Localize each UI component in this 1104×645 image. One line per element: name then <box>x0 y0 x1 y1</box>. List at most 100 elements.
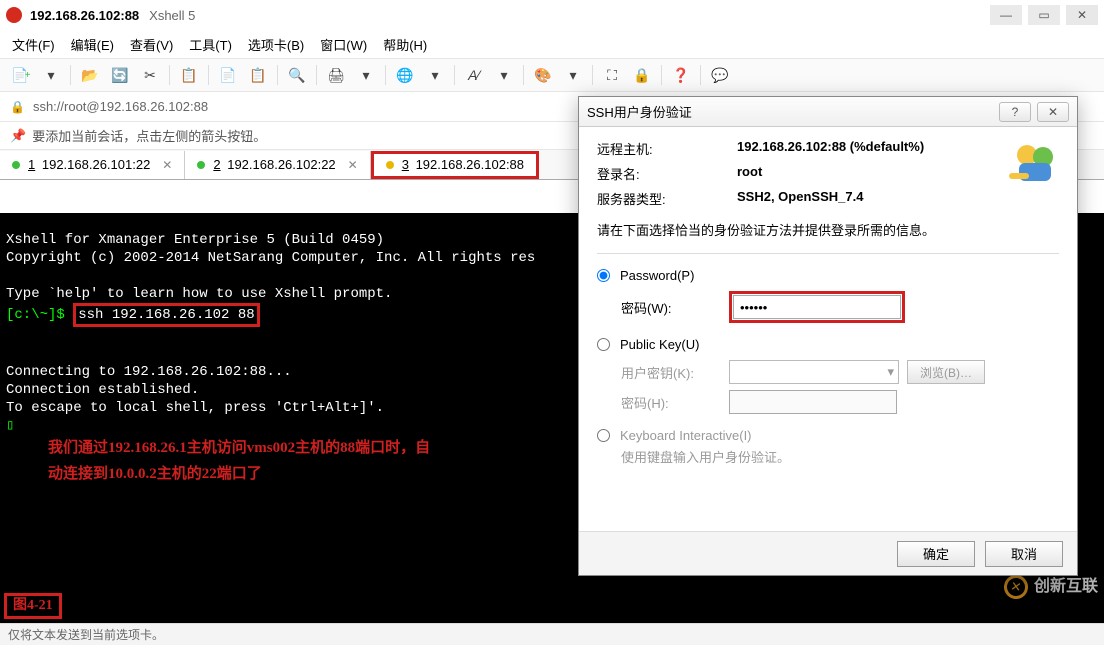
close-tab-icon[interactable]: ✕ <box>162 158 172 172</box>
dropdown-icon[interactable]: ▾ <box>493 64 515 86</box>
separator <box>208 65 209 85</box>
globe-icon[interactable]: 🌐 <box>394 64 416 86</box>
tab-label: 192.168.26.101:22 <box>42 157 150 172</box>
minimize-button[interactable]: — <box>990 5 1022 25</box>
dialog-title-bar[interactable]: SSH用户身份验证 ? ✕ <box>579 97 1077 127</box>
copy-icon[interactable]: 📄 <box>217 64 239 86</box>
login-label: 登录名: <box>597 164 737 183</box>
reconnect-icon[interactable]: 🔄 <box>109 64 131 86</box>
menu-view[interactable]: 查看(V) <box>130 35 173 54</box>
menu-file[interactable]: 文件(F) <box>12 35 55 54</box>
server-type-value: SSH2, OpenSSH_7.4 <box>737 189 863 208</box>
user-key-combo: ▾ <box>729 360 899 384</box>
cancel-button[interactable]: 取消 <box>985 541 1063 567</box>
annotation-text: 我们通过192.168.26.1主机访问vms002主机的88端口时，自 <box>48 440 430 456</box>
menu-tabs[interactable]: 选项卡(B) <box>248 35 304 54</box>
lock-icon[interactable]: 🔒 <box>631 64 653 86</box>
password-input[interactable] <box>733 295 901 319</box>
status-bar: 仅将文本发送到当前选项卡。 <box>0 623 1104 645</box>
tab-label: 192.168.26.102:88 <box>416 157 524 172</box>
open-session-icon[interactable]: 📂 <box>79 64 101 86</box>
terminal-line: Type `help' to learn how to use Xshell p… <box>6 286 392 302</box>
password-highlight <box>729 291 905 323</box>
address-text: ssh://root@192.168.26.102:88 <box>33 99 208 114</box>
help-icon[interactable]: ❓ <box>670 64 692 86</box>
server-type-label: 服务器类型: <box>597 189 737 208</box>
app-subtitle: Xshell 5 <box>149 8 195 23</box>
separator <box>592 65 593 85</box>
search-icon[interactable]: 🔍 <box>286 64 308 86</box>
menu-tools[interactable]: 工具(T) <box>189 35 232 54</box>
properties-icon[interactable]: 📋 <box>178 64 200 86</box>
menu-edit[interactable]: 编辑(E) <box>71 35 114 54</box>
disconnect-icon[interactable]: ✂ <box>139 64 161 86</box>
separator <box>661 65 662 85</box>
terminal-line: Copyright (c) 2002-2014 NetSarang Comput… <box>6 250 535 266</box>
print-icon[interactable]: 🖨 <box>325 64 347 86</box>
close-tab-icon[interactable]: ✕ <box>348 158 358 172</box>
divider <box>597 253 1059 254</box>
session-tab-3[interactable]: 3 192.168.26.102:88 <box>371 151 539 179</box>
server-type-row: 服务器类型: SSH2, OpenSSH_7.4 <box>597 189 1059 208</box>
key-password-row: 密码(H): <box>621 390 1059 414</box>
dialog-help-button[interactable]: ? <box>999 102 1031 122</box>
session-tab-2[interactable]: 2 192.168.26.102:22 ✕ <box>185 151 370 179</box>
status-dot-icon <box>12 161 20 169</box>
password-radio-input[interactable] <box>597 269 610 282</box>
keyboard-radio[interactable]: Keyboard Interactive(I) <box>597 428 1059 443</box>
password-option-label: Password(P) <box>620 268 694 283</box>
paste-icon[interactable]: 📋 <box>247 64 269 86</box>
dropdown-icon[interactable]: ▾ <box>562 64 584 86</box>
pin-icon[interactable]: 📌 <box>10 128 26 144</box>
remote-host-label: 远程主机: <box>597 139 737 158</box>
login-row: 登录名: root <box>597 164 1059 183</box>
key-password-label: 密码(H): <box>621 393 721 412</box>
terminal-line: To escape to local shell, press 'Ctrl+Al… <box>6 400 384 416</box>
separator <box>700 65 701 85</box>
close-button[interactable]: ✕ <box>1066 5 1098 25</box>
publickey-radio[interactable]: Public Key(U) <box>597 337 1059 352</box>
chat-icon[interactable]: 💬 <box>709 64 731 86</box>
annotation-text: 动连接到10.0.0.2主机的22端口了 <box>48 466 262 482</box>
separator <box>454 65 455 85</box>
dropdown-icon[interactable]: ▾ <box>424 64 446 86</box>
remote-host-value: 192.168.26.102:88 (%default%) <box>737 139 924 158</box>
session-tab-1[interactable]: 1 192.168.26.101:22 ✕ <box>0 151 185 179</box>
ok-button[interactable]: 确定 <box>897 541 975 567</box>
dropdown-icon[interactable]: ▾ <box>40 64 62 86</box>
info-text: 要添加当前会话，点击左侧的箭头按钮。 <box>32 126 266 145</box>
user-key-label: 用户密钥(K): <box>621 363 721 382</box>
new-session-icon[interactable]: 📄+ <box>10 64 32 86</box>
password-radio[interactable]: Password(P) <box>597 268 1059 283</box>
remote-host-row: 远程主机: 192.168.26.102:88 (%default%) <box>597 139 1059 158</box>
terminal-line: Xshell for Xmanager Enterprise 5 (Build … <box>6 232 384 248</box>
keyboard-radio-input[interactable] <box>597 429 610 442</box>
instruction-text: 请在下面选择恰当的身份验证方法并提供登录所需的信息。 <box>597 220 1059 239</box>
app-icon <box>6 7 22 23</box>
highlighted-command: ssh 192.168.26.102 88 <box>73 303 259 327</box>
watermark-text: 创新互联 <box>1034 578 1098 596</box>
window-controls: — ▭ ✕ <box>990 5 1098 25</box>
font-icon[interactable]: A⁄ <box>463 64 485 86</box>
figure-label: 图4-21 <box>4 593 62 619</box>
status-dot-icon <box>197 161 205 169</box>
status-text: 仅将文本发送到当前选项卡。 <box>8 626 164 643</box>
password-label: 密码(W): <box>621 298 721 317</box>
publickey-option-label: Public Key(U) <box>620 337 699 352</box>
publickey-radio-input[interactable] <box>597 338 610 351</box>
menu-bar: 文件(F) 编辑(E) 查看(V) 工具(T) 选项卡(B) 窗口(W) 帮助(… <box>0 30 1104 58</box>
window-title: 192.168.26.102:88 <box>30 8 139 23</box>
separator <box>277 65 278 85</box>
menu-window[interactable]: 窗口(W) <box>320 35 367 54</box>
ssh-auth-dialog: SSH用户身份验证 ? ✕ 远程主机: 192.168.26.102:88 (%… <box>578 96 1078 576</box>
dropdown-icon[interactable]: ▾ <box>355 64 377 86</box>
separator <box>385 65 386 85</box>
dialog-close-button[interactable]: ✕ <box>1037 102 1069 122</box>
fullscreen-icon[interactable]: ⛶ <box>601 64 623 86</box>
keyboard-option-label: Keyboard Interactive(I) <box>620 428 752 443</box>
maximize-button[interactable]: ▭ <box>1028 5 1060 25</box>
color-icon[interactable]: 🎨 <box>532 64 554 86</box>
password-field-row: 密码(W): <box>621 291 1059 323</box>
menu-help[interactable]: 帮助(H) <box>383 35 427 54</box>
dialog-title: SSH用户身份验证 <box>587 102 692 121</box>
